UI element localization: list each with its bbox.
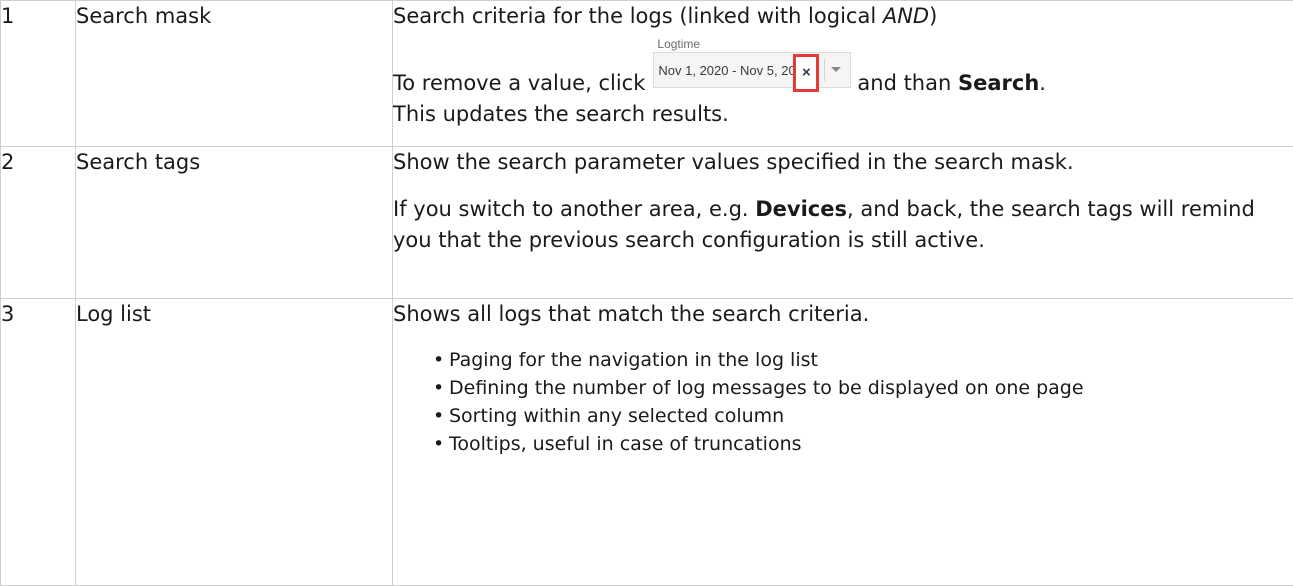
row-number: 2 [1, 150, 14, 174]
description-paragraph: If you switch to another area, e.g. Devi… [393, 194, 1293, 256]
field-divider [824, 59, 825, 81]
caret-down-icon [831, 67, 841, 72]
row-name-cell: Search tags [76, 147, 393, 299]
list-item: •Paging for the navigation in the log li… [449, 346, 1293, 374]
table-row: 3 Log list Shows all logs that match the… [1, 299, 1293, 586]
list-item: •Tooltips, useful in case of truncations [449, 430, 1293, 458]
table-row: 1 Search mask Search criteria for the lo… [1, 1, 1293, 147]
row-number-cell: 1 [1, 1, 76, 147]
row-number-cell: 2 [1, 147, 76, 299]
row-description-cell: Show the search parameter values specifi… [393, 147, 1293, 299]
table-row: 2 Search tags Show the search parameter … [1, 147, 1293, 299]
row-name-cell: Log list [76, 299, 393, 586]
row-number: 1 [1, 4, 14, 28]
logtime-field: Nov 1, 2020 - Nov 5, 2020× [653, 52, 851, 88]
description-paragraph: To remove a value, clickLogtimeNov 1, 20… [393, 38, 1293, 130]
row-name: Search tags [76, 150, 200, 174]
row-description-cell: Shows all logs that match the search cri… [393, 299, 1293, 586]
list-item: •Defining the number of log messages to … [449, 374, 1293, 402]
clear-value-highlight: × [793, 54, 819, 92]
bullet-icon: • [433, 402, 444, 430]
row-name-cell: Search mask [76, 1, 393, 147]
list-item: •Sorting within any selected column [449, 402, 1293, 430]
bullet-icon: • [433, 430, 444, 458]
description-paragraph: Search criteria for the logs (linked wit… [393, 1, 1293, 32]
feature-list: •Paging for the navigation in the log li… [393, 346, 1293, 458]
row-number: 3 [1, 302, 14, 326]
logtime-filter-screenshot: LogtimeNov 1, 2020 - Nov 5, 2020× [653, 38, 851, 96]
bullet-icon: • [433, 346, 444, 374]
description-paragraph: Show the search parameter values specifi… [393, 147, 1293, 178]
legend-table: 1 Search mask Search criteria for the lo… [0, 0, 1293, 586]
bullet-icon: • [433, 374, 444, 402]
description-paragraph: Shows all logs that match the search cri… [393, 299, 1293, 330]
logtime-label: Logtime [657, 37, 700, 51]
row-name: Log list [76, 302, 151, 326]
row-name: Search mask [76, 4, 211, 28]
logtime-value: Nov 1, 2020 - Nov 5, 2020 [658, 64, 810, 78]
row-description-cell: Search criteria for the logs (linked wit… [393, 1, 1293, 147]
row-number-cell: 3 [1, 299, 76, 586]
clear-icon: × [796, 65, 816, 81]
